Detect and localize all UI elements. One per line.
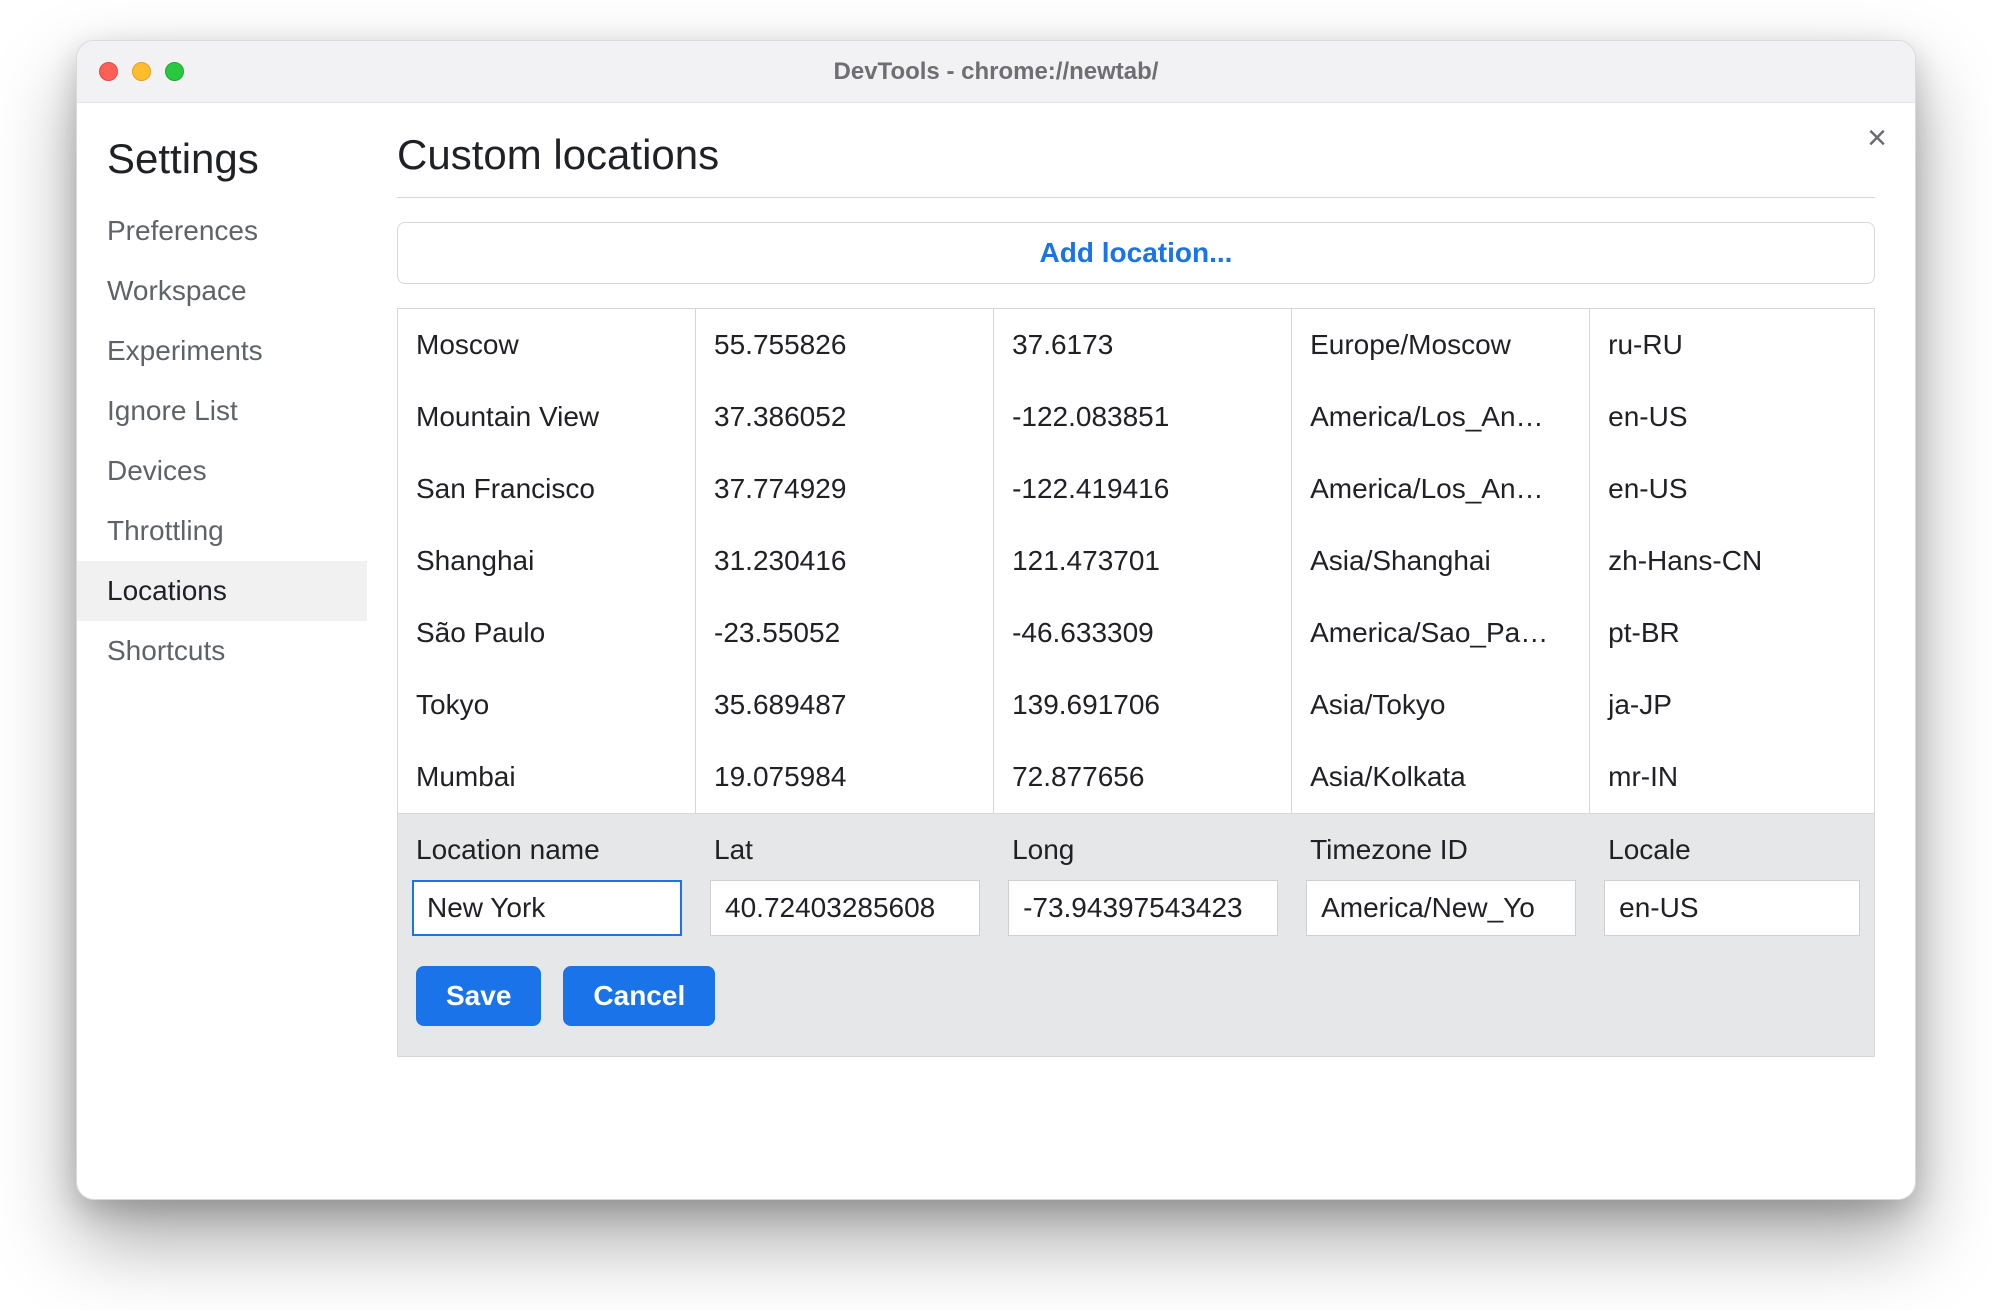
cell-name: San Francisco xyxy=(398,453,696,525)
cell-name: São Paulo xyxy=(398,597,696,669)
table-row[interactable]: Moscow55.75582637.6173Europe/Moscowru-RU xyxy=(398,309,1874,381)
table-row[interactable]: San Francisco37.774929-122.419416America… xyxy=(398,453,1874,525)
table-row[interactable]: Shanghai31.230416121.473701Asia/Shanghai… xyxy=(398,525,1874,597)
cell-name: Shanghai xyxy=(398,525,696,597)
page-title: Custom locations xyxy=(397,131,1875,198)
locations-table: Moscow55.75582637.6173Europe/Moscowru-RU… xyxy=(397,308,1875,1057)
cell-lat: -23.55052 xyxy=(696,597,994,669)
cell-locale: pt-BR xyxy=(1590,597,1874,669)
input-timezone[interactable] xyxy=(1306,880,1576,936)
cell-locale: en-US xyxy=(1590,381,1874,453)
table-row[interactable]: São Paulo-23.55052-46.633309America/Sao_… xyxy=(398,597,1874,669)
label-long: Long xyxy=(994,814,1292,874)
label-locale: Locale xyxy=(1590,814,1874,874)
cell-lat: 35.689487 xyxy=(696,669,994,741)
add-location-button[interactable]: Add location... xyxy=(397,222,1875,284)
settings-sidebar: Settings PreferencesWorkspaceExperiments… xyxy=(77,103,367,1199)
table-row[interactable]: Mountain View37.386052-122.083851America… xyxy=(398,381,1874,453)
sidebar-item-preferences[interactable]: Preferences xyxy=(77,201,367,261)
cell-name: Tokyo xyxy=(398,669,696,741)
cell-locale: en-US xyxy=(1590,453,1874,525)
table-row[interactable]: Tokyo35.689487139.691706Asia/Tokyoja-JP xyxy=(398,669,1874,741)
sidebar-item-ignore-list[interactable]: Ignore List xyxy=(77,381,367,441)
cell-locale: mr-IN xyxy=(1590,741,1874,813)
traffic-lights xyxy=(99,62,184,81)
cell-locale: ja-JP xyxy=(1590,669,1874,741)
cell-name: Mumbai xyxy=(398,741,696,813)
cell-name: Mountain View xyxy=(398,381,696,453)
input-long[interactable] xyxy=(1008,880,1278,936)
location-editor: Location name Lat Long Timezone ID Local… xyxy=(398,813,1874,1056)
zoom-window-button[interactable] xyxy=(165,62,184,81)
input-lat[interactable] xyxy=(710,880,980,936)
sidebar-item-devices[interactable]: Devices xyxy=(77,441,367,501)
cell-tz: America/Sao_Pa… xyxy=(1292,597,1590,669)
settings-main: Custom locations Add location... Moscow5… xyxy=(367,103,1915,1199)
cell-tz: Europe/Moscow xyxy=(1292,309,1590,381)
cell-tz: Asia/Shanghai xyxy=(1292,525,1590,597)
cell-tz: Asia/Tokyo xyxy=(1292,669,1590,741)
cell-locale: ru-RU xyxy=(1590,309,1874,381)
sidebar-title: Settings xyxy=(77,127,367,201)
minimize-window-button[interactable] xyxy=(132,62,151,81)
input-locale[interactable] xyxy=(1604,880,1860,936)
cell-long: -46.633309 xyxy=(994,597,1292,669)
sidebar-item-workspace[interactable]: Workspace xyxy=(77,261,367,321)
cell-long: -122.419416 xyxy=(994,453,1292,525)
cell-lat: 55.755826 xyxy=(696,309,994,381)
cell-long: 37.6173 xyxy=(994,309,1292,381)
cell-tz: America/Los_An… xyxy=(1292,381,1590,453)
sidebar-item-locations[interactable]: Locations xyxy=(77,561,367,621)
label-lat: Lat xyxy=(696,814,994,874)
cancel-button[interactable]: Cancel xyxy=(563,966,715,1026)
cell-lat: 37.774929 xyxy=(696,453,994,525)
sidebar-item-shortcuts[interactable]: Shortcuts xyxy=(77,621,367,681)
cell-tz: America/Los_An… xyxy=(1292,453,1590,525)
close-window-button[interactable] xyxy=(99,62,118,81)
cell-locale: zh-Hans-CN xyxy=(1590,525,1874,597)
save-button[interactable]: Save xyxy=(416,966,541,1026)
cell-long: 139.691706 xyxy=(994,669,1292,741)
cell-long: -122.083851 xyxy=(994,381,1292,453)
close-settings-button[interactable]: × xyxy=(1867,121,1887,155)
devtools-window: DevTools - chrome://newtab/ × Settings P… xyxy=(76,40,1916,1200)
table-row[interactable]: Mumbai19.07598472.877656Asia/Kolkatamr-I… xyxy=(398,741,1874,813)
sidebar-item-experiments[interactable]: Experiments xyxy=(77,321,367,381)
label-timezone: Timezone ID xyxy=(1292,814,1590,874)
window-title: DevTools - chrome://newtab/ xyxy=(77,58,1915,86)
cell-lat: 19.075984 xyxy=(696,741,994,813)
cell-lat: 31.230416 xyxy=(696,525,994,597)
cell-long: 121.473701 xyxy=(994,525,1292,597)
label-location-name: Location name xyxy=(398,814,696,874)
cell-tz: Asia/Kolkata xyxy=(1292,741,1590,813)
cell-name: Moscow xyxy=(398,309,696,381)
sidebar-item-throttling[interactable]: Throttling xyxy=(77,501,367,561)
cell-long: 72.877656 xyxy=(994,741,1292,813)
titlebar: DevTools - chrome://newtab/ xyxy=(77,41,1915,103)
cell-lat: 37.386052 xyxy=(696,381,994,453)
input-location-name[interactable] xyxy=(412,880,682,936)
